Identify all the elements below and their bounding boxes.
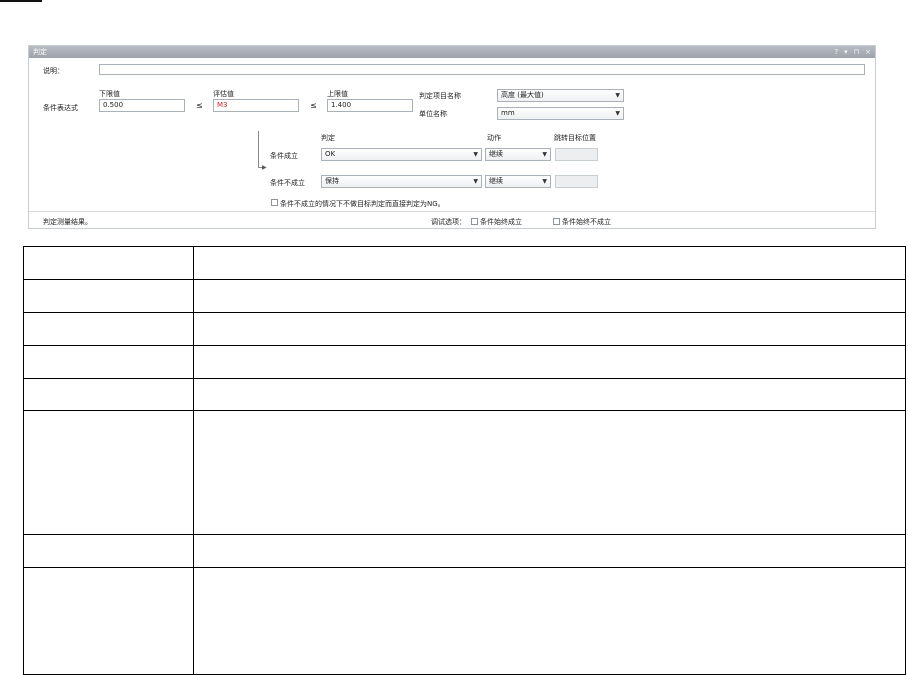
condition-met-judge-select[interactable]: OK ▼ bbox=[321, 148, 482, 161]
ng-option-label: 条件不成立的情况下不做目标判定而直接判定为NG。 bbox=[280, 200, 445, 208]
table-row bbox=[23, 534, 906, 568]
table-row bbox=[23, 312, 906, 346]
leq-symbol-2: ≤ bbox=[310, 101, 317, 110]
chevron-down-icon: ▼ bbox=[542, 178, 547, 185]
table-cell bbox=[23, 534, 194, 568]
table-cell bbox=[23, 378, 194, 411]
arrow-right-icon: ▶ bbox=[262, 164, 267, 171]
description-label: 说明： bbox=[43, 67, 64, 75]
table-cell bbox=[23, 312, 194, 346]
table-cell bbox=[193, 279, 906, 313]
unit-name-select[interactable]: mm ▼ bbox=[497, 107, 624, 120]
debug-always-met-label: 条件始终成立 bbox=[480, 218, 522, 226]
chevron-down-icon: ▼ bbox=[615, 92, 620, 99]
panel-titlebar: 判定 ? ▾ ⊓ × bbox=[29, 46, 875, 58]
table-cell bbox=[23, 246, 194, 280]
close-icon[interactable]: × bbox=[865, 46, 871, 58]
unit-name-label: 单位名称 bbox=[419, 110, 447, 118]
condition-met-action-value: 继续 bbox=[489, 150, 503, 158]
jump-target-column-label: 跳转目标位置 bbox=[554, 134, 596, 142]
table-cell bbox=[23, 345, 194, 379]
debug-always-unmet-checkbox[interactable] bbox=[553, 218, 560, 225]
item-name-select[interactable]: 高度 (最大值) ▼ bbox=[497, 89, 624, 102]
ng-option-checkbox[interactable] bbox=[271, 199, 278, 206]
titlebar-controls: ? ▾ ⊓ × bbox=[834, 46, 871, 58]
table-cell bbox=[23, 279, 194, 313]
pin-icon[interactable]: ⊓ bbox=[854, 46, 859, 58]
judgement-panel: 判定 ? ▾ ⊓ × 说明： 条件表达式 下限值 0.500 ≤ 评估值 M3 … bbox=[28, 45, 876, 229]
table-cell bbox=[193, 345, 906, 379]
unit-name-value: mm bbox=[501, 109, 515, 117]
description-input[interactable] bbox=[99, 64, 865, 75]
table-cell bbox=[193, 567, 906, 675]
evaluation-value-label: 评估值 bbox=[213, 90, 234, 98]
top-underline bbox=[0, 0, 42, 2]
condition-met-judge-value: OK bbox=[325, 150, 336, 158]
status-text: 判定测量结果。 bbox=[43, 218, 92, 226]
help-icon[interactable]: ? bbox=[834, 46, 838, 58]
debug-always-unmet-label: 条件始终不成立 bbox=[562, 218, 611, 226]
lower-limit-input[interactable]: 0.500 bbox=[99, 99, 185, 112]
action-column-label: 动作 bbox=[487, 134, 501, 142]
item-name-value: 高度 (最大值) bbox=[501, 91, 544, 99]
description-table bbox=[23, 246, 906, 675]
table-cell bbox=[193, 246, 906, 280]
table-row bbox=[23, 345, 906, 379]
table-cell bbox=[23, 410, 194, 535]
judge-column-label: 判定 bbox=[321, 134, 335, 142]
condition-unmet-label: 条件不成立 bbox=[270, 179, 305, 187]
condition-met-action-select[interactable]: 继续 ▼ bbox=[485, 148, 551, 161]
chevron-down-icon: ▼ bbox=[615, 110, 620, 117]
table-cell bbox=[193, 378, 906, 411]
table-cell bbox=[193, 534, 906, 568]
condition-unmet-jump-target bbox=[555, 175, 598, 188]
status-divider bbox=[29, 211, 875, 212]
table-cell bbox=[193, 410, 906, 535]
lower-limit-label: 下限值 bbox=[99, 90, 120, 98]
panel-title: 判定 bbox=[33, 48, 47, 56]
condition-met-label: 条件成立 bbox=[270, 152, 298, 160]
evaluation-value-input[interactable]: M3 bbox=[213, 99, 299, 112]
table-row bbox=[23, 246, 906, 280]
table-row bbox=[23, 279, 906, 313]
item-name-label: 判定项目名称 bbox=[419, 92, 461, 100]
leq-symbol-1: ≤ bbox=[196, 101, 203, 110]
table-row bbox=[23, 567, 906, 675]
table-row bbox=[23, 378, 906, 411]
chevron-down-icon: ▼ bbox=[542, 151, 547, 158]
condition-met-jump-target bbox=[555, 148, 598, 161]
table-cell bbox=[23, 567, 194, 675]
condition-unmet-action-value: 继续 bbox=[489, 177, 503, 185]
upper-limit-label: 上限值 bbox=[327, 90, 348, 98]
table-row bbox=[23, 410, 906, 535]
condition-expression-label: 条件表达式 bbox=[43, 104, 78, 112]
menu-chevron-icon[interactable]: ▾ bbox=[844, 46, 848, 58]
chevron-down-icon: ▼ bbox=[473, 178, 478, 185]
table-cell bbox=[193, 312, 906, 346]
root: 判定 ? ▾ ⊓ × 说明： 条件表达式 下限值 0.500 ≤ 评估值 M3 … bbox=[0, 0, 908, 675]
debug-options-label: 调试选项： bbox=[431, 218, 466, 226]
chevron-down-icon: ▼ bbox=[473, 151, 478, 158]
condition-unmet-judge-value: 保持 bbox=[325, 177, 339, 185]
upper-limit-input[interactable]: 1.400 bbox=[327, 99, 413, 112]
debug-always-met-checkbox[interactable] bbox=[471, 218, 478, 225]
condition-unmet-judge-select[interactable]: 保持 ▼ bbox=[321, 175, 482, 188]
branch-line bbox=[258, 131, 259, 168]
condition-unmet-action-select[interactable]: 继续 ▼ bbox=[485, 175, 551, 188]
